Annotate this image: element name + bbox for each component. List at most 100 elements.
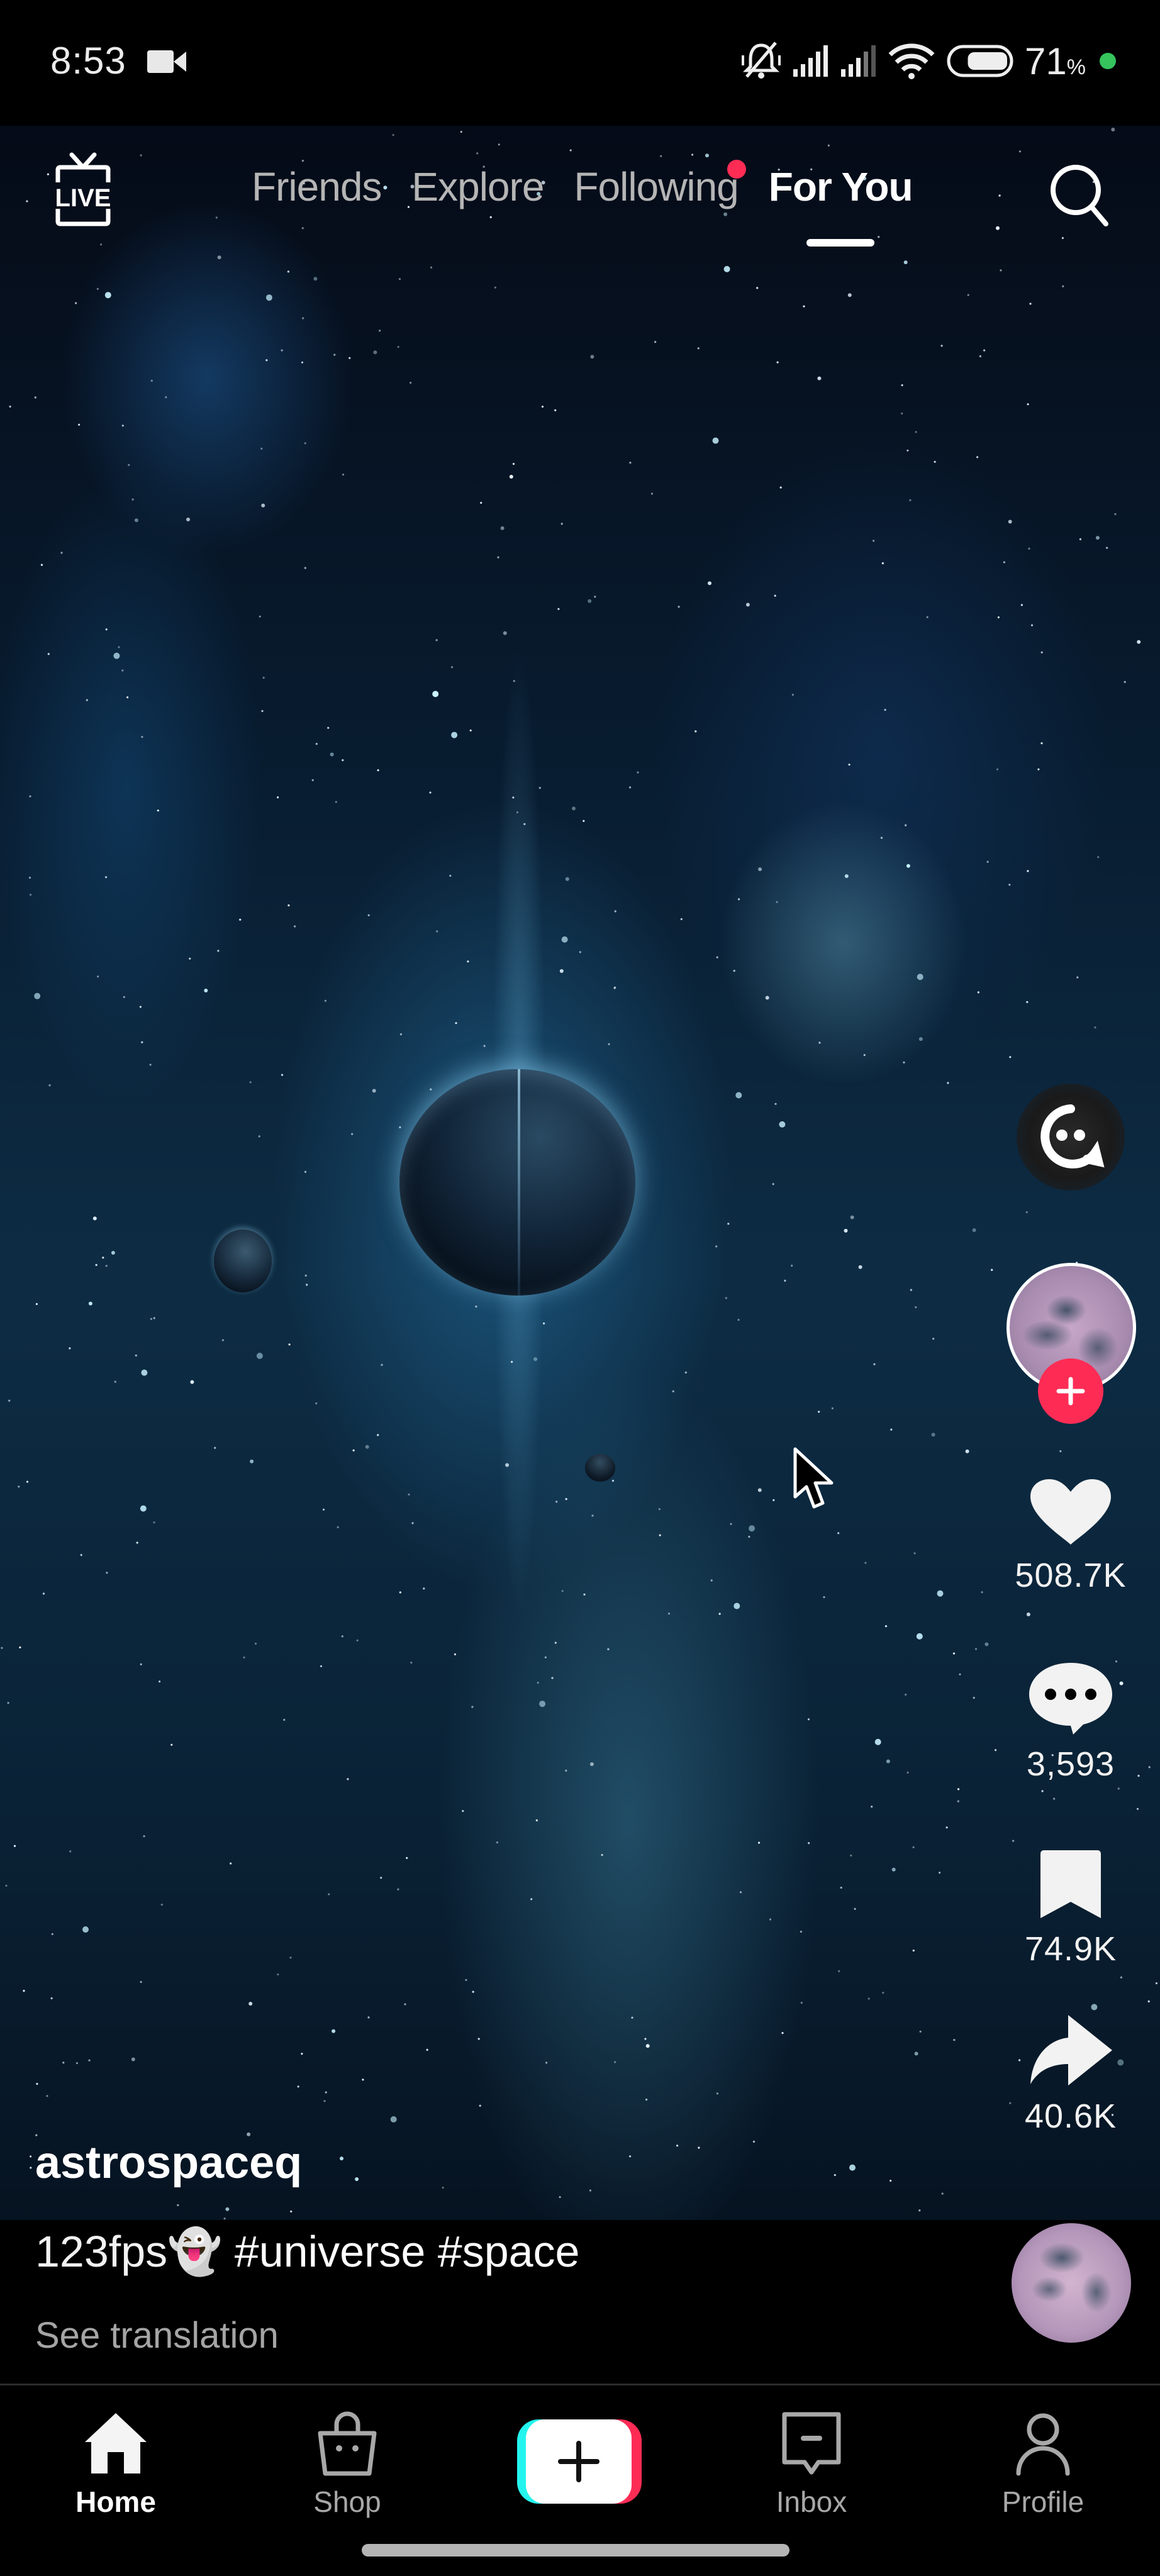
ai-assistant-button[interactable]: [1017, 1084, 1125, 1191]
star: [301, 361, 304, 364]
star: [379, 330, 381, 332]
star: [903, 260, 908, 265]
star: [256, 1352, 263, 1359]
star: [288, 1343, 291, 1346]
active-tab-indicator: [806, 239, 874, 247]
star: [287, 270, 289, 273]
share-arrow-icon: [1030, 2015, 1112, 2085]
star: [774, 1102, 777, 1105]
follow-button[interactable]: [1038, 1358, 1103, 1424]
star: [561, 1590, 564, 1592]
star: [150, 1318, 152, 1320]
star: [523, 823, 526, 825]
star: [355, 2177, 359, 2181]
star: [976, 456, 979, 458]
star: [153, 1317, 155, 1319]
battery-icon: [947, 45, 1013, 77]
tab-for-you[interactable]: For You: [769, 164, 913, 210]
star: [301, 2053, 303, 2055]
star: [372, 1089, 376, 1093]
tab-following[interactable]: Following: [574, 160, 746, 210]
star: [397, 1888, 399, 1890]
star: [23, 1989, 25, 1992]
favorite-button[interactable]: 74.9K: [981, 1849, 1160, 1968]
create-button-face: [526, 2419, 632, 2504]
star: [831, 1407, 834, 1409]
star: [710, 1579, 713, 1582]
star: [996, 768, 999, 770]
star: [18, 1485, 20, 1488]
star: [380, 1877, 382, 1879]
star: [328, 1893, 330, 1896]
star: [667, 1613, 671, 1615]
star: [217, 950, 220, 952]
nav-shop[interactable]: Shop: [272, 2411, 423, 2519]
tab-friends[interactable]: Friends: [252, 164, 382, 210]
star: [347, 1778, 349, 1780]
username[interactable]: astrospaceq: [35, 2137, 302, 2189]
star: [330, 752, 334, 757]
star: [35, 2134, 38, 2136]
see-translation-link[interactable]: See translation: [35, 2314, 279, 2357]
star: [918, 2209, 921, 2212]
star: [589, 1762, 594, 1767]
star: [800, 1930, 802, 1933]
planet-large: [399, 1069, 635, 1296]
star: [460, 131, 462, 133]
star: [658, 1508, 661, 1511]
star: [315, 1402, 318, 1405]
like-button[interactable]: 508.7K: [981, 1478, 1160, 1595]
star: [916, 1633, 923, 1640]
star: [684, 1371, 687, 1374]
star: [306, 1284, 308, 1286]
star: [406, 1857, 408, 1859]
star: [941, 2192, 944, 2195]
star: [294, 925, 296, 928]
star: [47, 653, 50, 655]
star: [745, 602, 750, 607]
star: [918, 1037, 923, 1041]
star: [480, 501, 482, 504]
star: [399, 1591, 401, 1594]
wifi-icon: [888, 43, 935, 79]
star: [611, 1479, 615, 1482]
tab-explore[interactable]: Explore: [411, 164, 544, 210]
star: [411, 1522, 414, 1524]
star: [848, 763, 850, 766]
star: [322, 1508, 325, 1511]
hashtags[interactable]: #universe #space: [235, 2227, 580, 2276]
star: [538, 787, 541, 789]
star: [867, 1997, 870, 2000]
star: [917, 974, 923, 980]
live-tv-icon[interactable]: LIVE: [45, 151, 121, 233]
star: [541, 406, 544, 408]
star: [1155, 1982, 1157, 1985]
star: [335, 801, 337, 803]
create-button[interactable]: [517, 2419, 642, 2504]
star: [871, 1806, 873, 1808]
star: [901, 384, 903, 387]
star: [430, 266, 433, 269]
nav-inbox[interactable]: Inbox: [736, 2411, 887, 2519]
star: [716, 956, 718, 958]
star: [1059, 1450, 1062, 1453]
star: [277, 796, 279, 799]
star: [565, 1769, 567, 1772]
star: [289, 1957, 292, 1959]
search-icon[interactable]: [1044, 157, 1113, 233]
share-button[interactable]: 40.6K: [981, 2012, 1160, 2136]
comment-button[interactable]: 3,593: [981, 1660, 1160, 1784]
star: [840, 1886, 842, 1889]
nav-home[interactable]: Home: [40, 2411, 191, 2519]
music-disc[interactable]: [1012, 2223, 1131, 2343]
nav-profile[interactable]: Profile: [968, 2411, 1118, 2519]
star: [1124, 680, 1126, 683]
star: [29, 795, 31, 797]
star: [863, 1054, 866, 1057]
star: [60, 552, 63, 554]
star: [471, 1706, 474, 1708]
home-gesture-bar[interactable]: [362, 2544, 789, 2557]
star: [157, 809, 159, 812]
star: [1106, 547, 1108, 549]
star: [583, 1593, 586, 1596]
